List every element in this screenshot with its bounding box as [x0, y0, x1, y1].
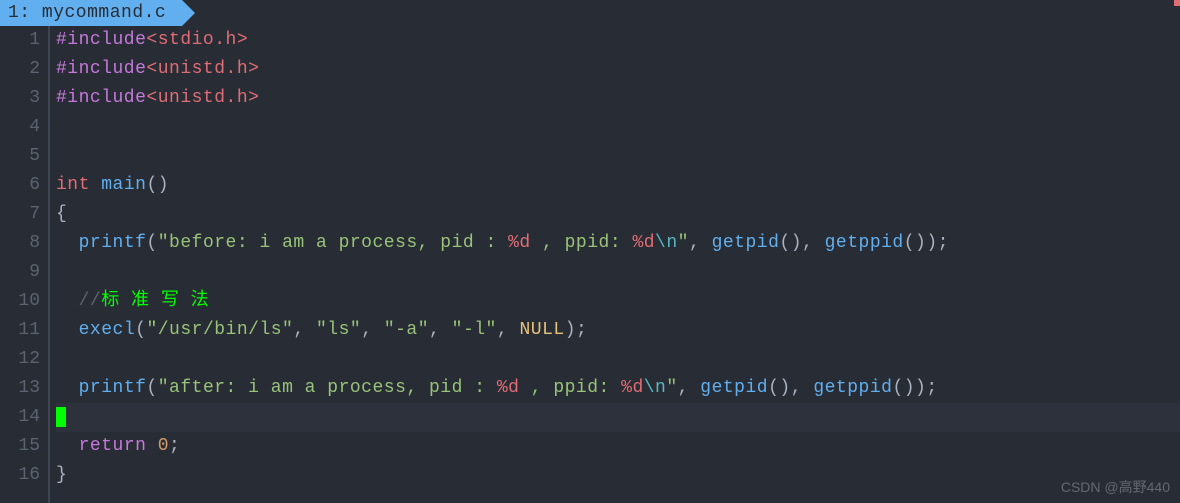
code-line: execl("/usr/bin/ls", "ls", "-a", "-l", N… — [56, 316, 1180, 345]
code-line: #include<unistd.h> — [56, 84, 1180, 113]
watermark-text: CSDN @高野440 — [1061, 477, 1170, 497]
code-line — [56, 113, 1180, 142]
code-line: int main() — [56, 171, 1180, 200]
line-number: 4 — [0, 113, 40, 142]
line-number: 2 — [0, 55, 40, 84]
code-line-current — [56, 403, 1180, 432]
line-number: 9 — [0, 258, 40, 287]
code-line — [56, 142, 1180, 171]
code-content[interactable]: #include<stdio.h> #include<unistd.h> #in… — [50, 26, 1180, 503]
tab-bar: 1: mycommand.c — [0, 0, 1180, 26]
line-number: 8 — [0, 229, 40, 258]
line-number: 7 — [0, 200, 40, 229]
line-number: 15 — [0, 432, 40, 461]
file-tab[interactable]: 1: mycommand.c — [0, 0, 182, 26]
editor-area[interactable]: 1 2 3 4 5 6 7 8 9 10 11 12 13 14 15 16 #… — [0, 26, 1180, 503]
line-number: 13 — [0, 374, 40, 403]
line-number: 3 — [0, 84, 40, 113]
code-line: } — [56, 461, 1180, 490]
edge-marker-icon — [1174, 0, 1180, 6]
line-number: 11 — [0, 316, 40, 345]
line-number: 5 — [0, 142, 40, 171]
code-line: #include<stdio.h> — [56, 26, 1180, 55]
code-line: #include<unistd.h> — [56, 55, 1180, 84]
code-line: printf("before: i am a process, pid : %d… — [56, 229, 1180, 258]
line-number: 6 — [0, 171, 40, 200]
line-number: 14 — [0, 403, 40, 432]
code-line: { — [56, 200, 1180, 229]
line-number: 10 — [0, 287, 40, 316]
line-number: 1 — [0, 26, 40, 55]
code-line: return 0; — [56, 432, 1180, 461]
line-number: 12 — [0, 345, 40, 374]
code-line: //标 准 写 法 — [56, 287, 1180, 316]
file-tab-label: 1: mycommand.c — [8, 3, 166, 23]
line-number: 16 — [0, 461, 40, 490]
cursor-icon — [56, 407, 66, 427]
line-gutter: 1 2 3 4 5 6 7 8 9 10 11 12 13 14 15 16 — [0, 26, 50, 503]
code-line — [56, 345, 1180, 374]
code-line: printf("after: i am a process, pid : %d … — [56, 374, 1180, 403]
code-line — [56, 258, 1180, 287]
